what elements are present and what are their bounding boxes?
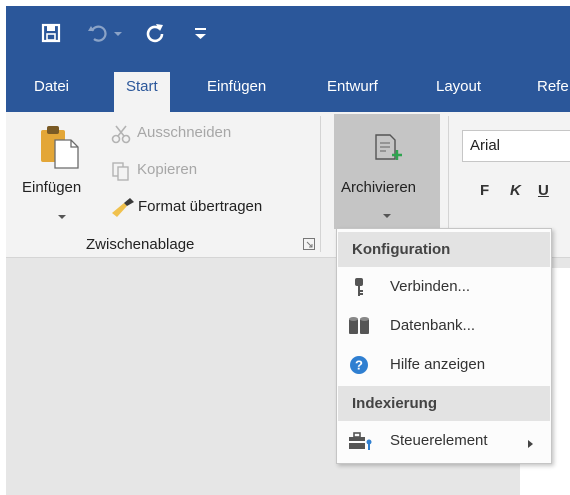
cut-button[interactable]: Ausschneiden <box>137 124 231 141</box>
submenu-arrow-icon <box>527 436 535 448</box>
repeat-icon[interactable] <box>144 22 168 46</box>
archive-icon <box>373 133 403 165</box>
tab-layout[interactable]: Layout <box>436 78 481 95</box>
undo-icon[interactable] <box>86 22 110 46</box>
font-name-combobox[interactable]: Arial <box>462 130 570 162</box>
menu-item-control[interactable]: Steuerelement <box>338 423 550 459</box>
archive-dropdown-icon[interactable] <box>381 207 393 218</box>
svg-text:?: ? <box>355 358 363 373</box>
format-painter-button[interactable]: Format übertragen <box>138 198 262 215</box>
menu-item-help[interactable]: ? Hilfe anzeigen <box>338 347 550 383</box>
tab-start[interactable]: Start <box>114 72 170 113</box>
clipboard-group-label: Zwischenablage <box>86 236 195 253</box>
menu-item-label: Datenbank... <box>390 317 476 334</box>
tab-references[interactable]: Refe <box>537 78 569 95</box>
tab-insert[interactable]: Einfügen <box>207 78 266 95</box>
paste-icon[interactable] <box>38 124 82 169</box>
tab-file[interactable]: Datei <box>34 78 69 95</box>
help-icon: ? <box>348 354 370 376</box>
archive-dropdown-menu: Konfiguration Verbinden... Datenbank... <box>336 228 552 464</box>
copy-icon <box>110 160 132 182</box>
format-painter-icon <box>110 197 136 219</box>
italic-button[interactable]: K <box>510 182 521 199</box>
key-icon <box>348 276 370 298</box>
menu-item-connect[interactable]: Verbinden... <box>338 269 550 305</box>
undo-dropdown-icon[interactable] <box>112 22 126 46</box>
menu-header-indexing: Indexierung <box>338 386 550 421</box>
menu-item-label: Hilfe anzeigen <box>390 356 486 373</box>
menu-item-label: Steuerelement <box>390 432 488 449</box>
toolbox-icon <box>348 430 372 452</box>
menu-item-database[interactable]: Datenbank... <box>338 308 550 344</box>
bold-button[interactable]: F <box>480 182 489 199</box>
ribbon-tabs <box>6 66 570 112</box>
archive-label: Archivieren <box>341 179 417 196</box>
save-icon[interactable] <box>40 22 64 46</box>
menu-item-label: Verbinden... <box>390 278 471 295</box>
dialog-launcher-icon[interactable] <box>302 237 316 251</box>
customize-qat-icon[interactable] <box>192 22 212 46</box>
paste-button[interactable]: Einfügen <box>22 179 81 196</box>
database-icon <box>348 315 370 337</box>
copy-button[interactable]: Kopieren <box>137 161 197 178</box>
paste-dropdown-icon[interactable] <box>56 208 68 219</box>
tab-design[interactable]: Entwurf <box>327 78 378 95</box>
cut-icon <box>110 123 132 145</box>
group-separator <box>320 116 321 252</box>
menu-header-configuration: Konfiguration <box>338 232 550 267</box>
underline-button[interactable]: U <box>538 182 549 199</box>
